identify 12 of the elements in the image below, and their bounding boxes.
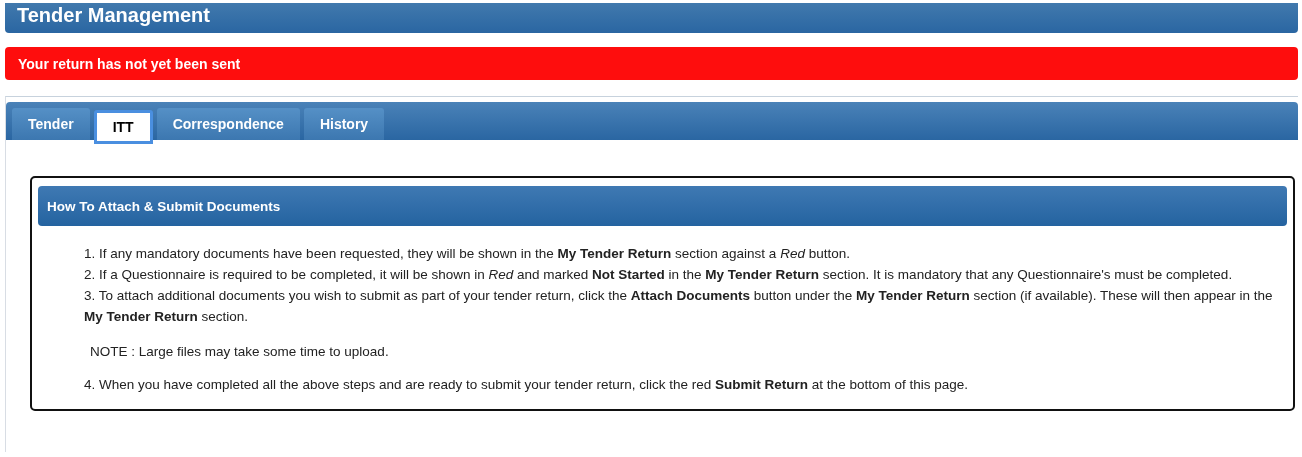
note-text: NOTE : Large files may take some time to upload. [89, 343, 390, 361]
instruction-step: 3. To attach additional documents you wish to submit as part of your tender return, click the Attach Documents button under the My Tender Return section (if available). These will then appear in the My Tender Return section. [84, 285, 1283, 327]
alert-banner: Your return has not yet been sent [5, 47, 1298, 80]
tab[interactable]: ITT [93, 110, 153, 144]
tab[interactable]: History [303, 108, 385, 140]
instruction-step: 1. If any mandatory documents have been requested, they will be shown in the My Tender Return section against a Red button. [84, 243, 1283, 264]
panel-title: How To Attach & Submit Documents [38, 186, 1287, 226]
instruction-step: 4. When you have completed all the above steps and are ready to submit your tender return, click the red Submit Return at the bottom of this page. [84, 374, 1283, 395]
instruction-step: 2. If a Questionnaire is required to be completed, it will be shown in Red and marked Not Started in the My Tender Return section. It is mandatory that any Questionnaire's must be completed. [84, 264, 1283, 285]
tab[interactable]: Tender [12, 108, 90, 140]
page-header: Tender Management [5, 3, 1298, 33]
tab[interactable]: Correspondence [156, 108, 300, 140]
